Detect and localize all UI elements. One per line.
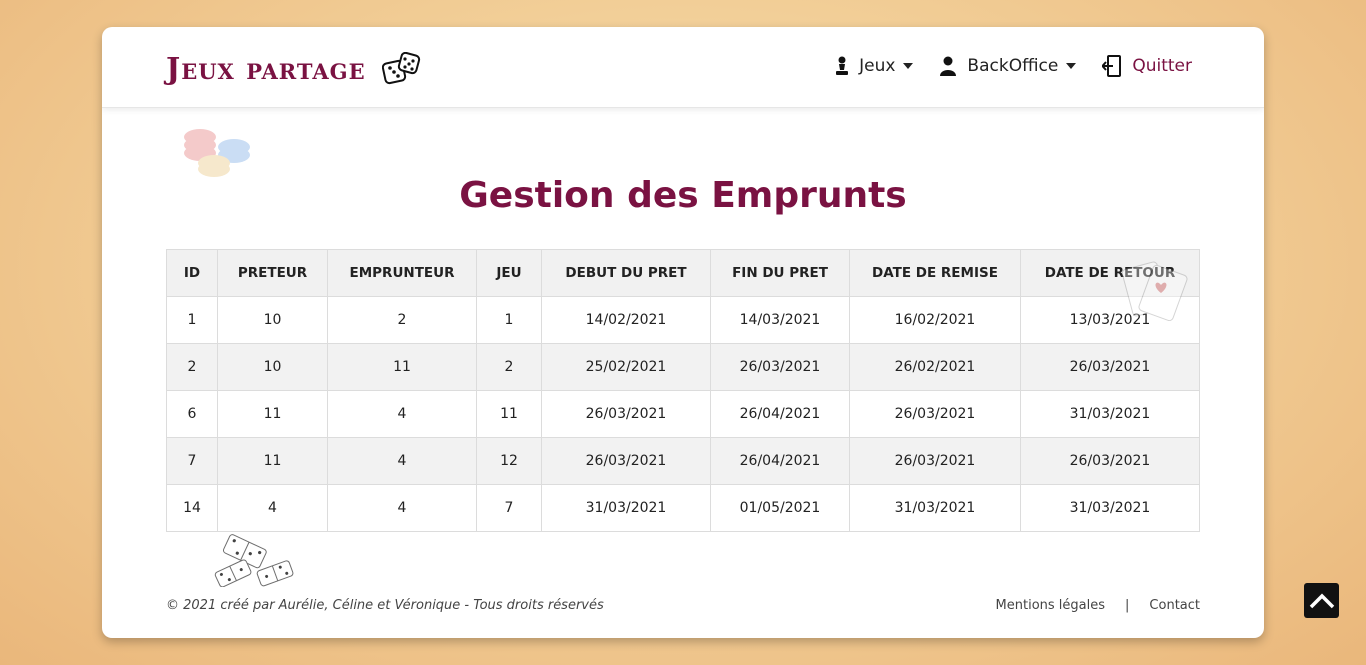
brand-logo[interactable]: Jeux partage [166,49,422,89]
table-cell: 4 [327,437,477,485]
table-cell: 2 [476,343,542,391]
column-header: JEU [476,249,542,297]
nav-quitter-link[interactable]: Quitter [1102,55,1192,77]
table-cell: 26/04/2021 [710,437,850,485]
nav-menu: Jeux BackOffice Quitter [809,55,1192,77]
column-header: FIN DU PRET [710,249,850,297]
footer-separator: | [1125,598,1130,613]
table-cell: 6 [166,390,218,438]
page-title: Gestion des Emprunts [459,175,907,216]
table-cell: 26/03/2021 [541,390,711,438]
table-cell: 1 [166,296,218,344]
loans-table: ID PRETEUR EMPRUNTEUR JEU DEBUT DU PRET … [166,249,1200,532]
table-cell: 14 [166,484,218,532]
nav-backoffice-dropdown[interactable]: BackOffice [939,56,1077,76]
table-cell: 25/02/2021 [541,343,711,391]
table-cell: 26/03/2021 [849,390,1021,438]
dominoes-decoration [214,534,294,587]
logout-icon [1102,55,1122,77]
table-row: 1 10 2 1 14/02/2021 14/03/2021 16/02/202… [166,296,1200,344]
footer-links: Mentions légales | Contact [996,598,1200,613]
column-header: EMPRUNTEUR [327,249,477,297]
nav-quitter-label: Quitter [1132,56,1192,76]
playing-cards-decoration [1121,261,1188,321]
table-row: 14 4 4 7 31/03/2021 01/05/2021 31/03/202… [166,484,1200,532]
table-cell: 11 [476,390,542,438]
column-header: DATE DE REMISE [849,249,1021,297]
footer-legal-link[interactable]: Mentions légales [996,598,1105,613]
poker-chips-decoration [184,129,250,177]
main-card: Jeux partage Jeux BackOffice Quitter Ges… [102,27,1264,638]
table-cell: 26/03/2021 [1020,437,1200,485]
column-header: PRETEUR [217,249,328,297]
column-header: ID [166,249,218,297]
table-cell: 1 [476,296,542,344]
table-header-row: ID PRETEUR EMPRUNTEUR JEU DEBUT DU PRET … [166,249,1200,297]
nav-jeux-dropdown[interactable]: Jeux [835,56,914,76]
dice-icon [381,52,420,85]
caret-down-icon [903,63,914,69]
table-cell: 4 [327,390,477,438]
table-cell: 4 [217,484,328,532]
table-cell: 26/03/2021 [710,343,850,391]
user-icon [940,56,957,76]
table-cell: 31/03/2021 [849,484,1021,532]
pawn-icon [836,56,849,75]
table-cell: 11 [217,390,328,438]
table-cell: 31/03/2021 [1020,390,1200,438]
footer-copyright: © 2021 créé par Aurélie, Céline et Véron… [166,598,604,613]
navbar: Jeux partage Jeux BackOffice Quitter [102,27,1264,108]
table-cell: 4 [327,484,477,532]
table-cell: 31/03/2021 [541,484,711,532]
table-cell: 26/03/2021 [849,437,1021,485]
table-cell: 26/04/2021 [710,390,850,438]
chevron-up-icon [1309,593,1334,608]
caret-down-icon [1066,63,1077,69]
table-cell: 01/05/2021 [710,484,850,532]
table-cell: 14/02/2021 [541,296,711,344]
table-cell: 12 [476,437,542,485]
table-cell: 26/03/2021 [541,437,711,485]
table-cell: 7 [476,484,542,532]
table-cell: 2 [327,296,477,344]
table-row: 2 10 11 2 25/02/2021 26/03/2021 26/02/20… [166,343,1200,391]
table-cell: 11 [217,437,328,485]
nav-jeux-label: Jeux [859,56,896,76]
scroll-to-top-button[interactable] [1304,583,1339,618]
table-cell: 26/03/2021 [1020,343,1200,391]
table-cell: 10 [217,343,328,391]
table-cell: 11 [327,343,477,391]
table-cell: 10 [217,296,328,344]
table-cell: 31/03/2021 [1020,484,1200,532]
column-header: DEBUT DU PRET [541,249,711,297]
footer-contact-link[interactable]: Contact [1149,598,1200,613]
nav-backoffice-label: BackOffice [967,56,1059,76]
table-cell: 7 [166,437,218,485]
table-row: 7 11 4 12 26/03/2021 26/04/2021 26/03/20… [166,437,1200,485]
table-cell: 14/03/2021 [710,296,850,344]
table-row: 6 11 4 11 26/03/2021 26/04/2021 26/03/20… [166,390,1200,438]
table-cell: 16/02/2021 [849,296,1021,344]
table-cell: 2 [166,343,218,391]
table-cell: 26/02/2021 [849,343,1021,391]
brand-title: Jeux partage [166,51,366,87]
